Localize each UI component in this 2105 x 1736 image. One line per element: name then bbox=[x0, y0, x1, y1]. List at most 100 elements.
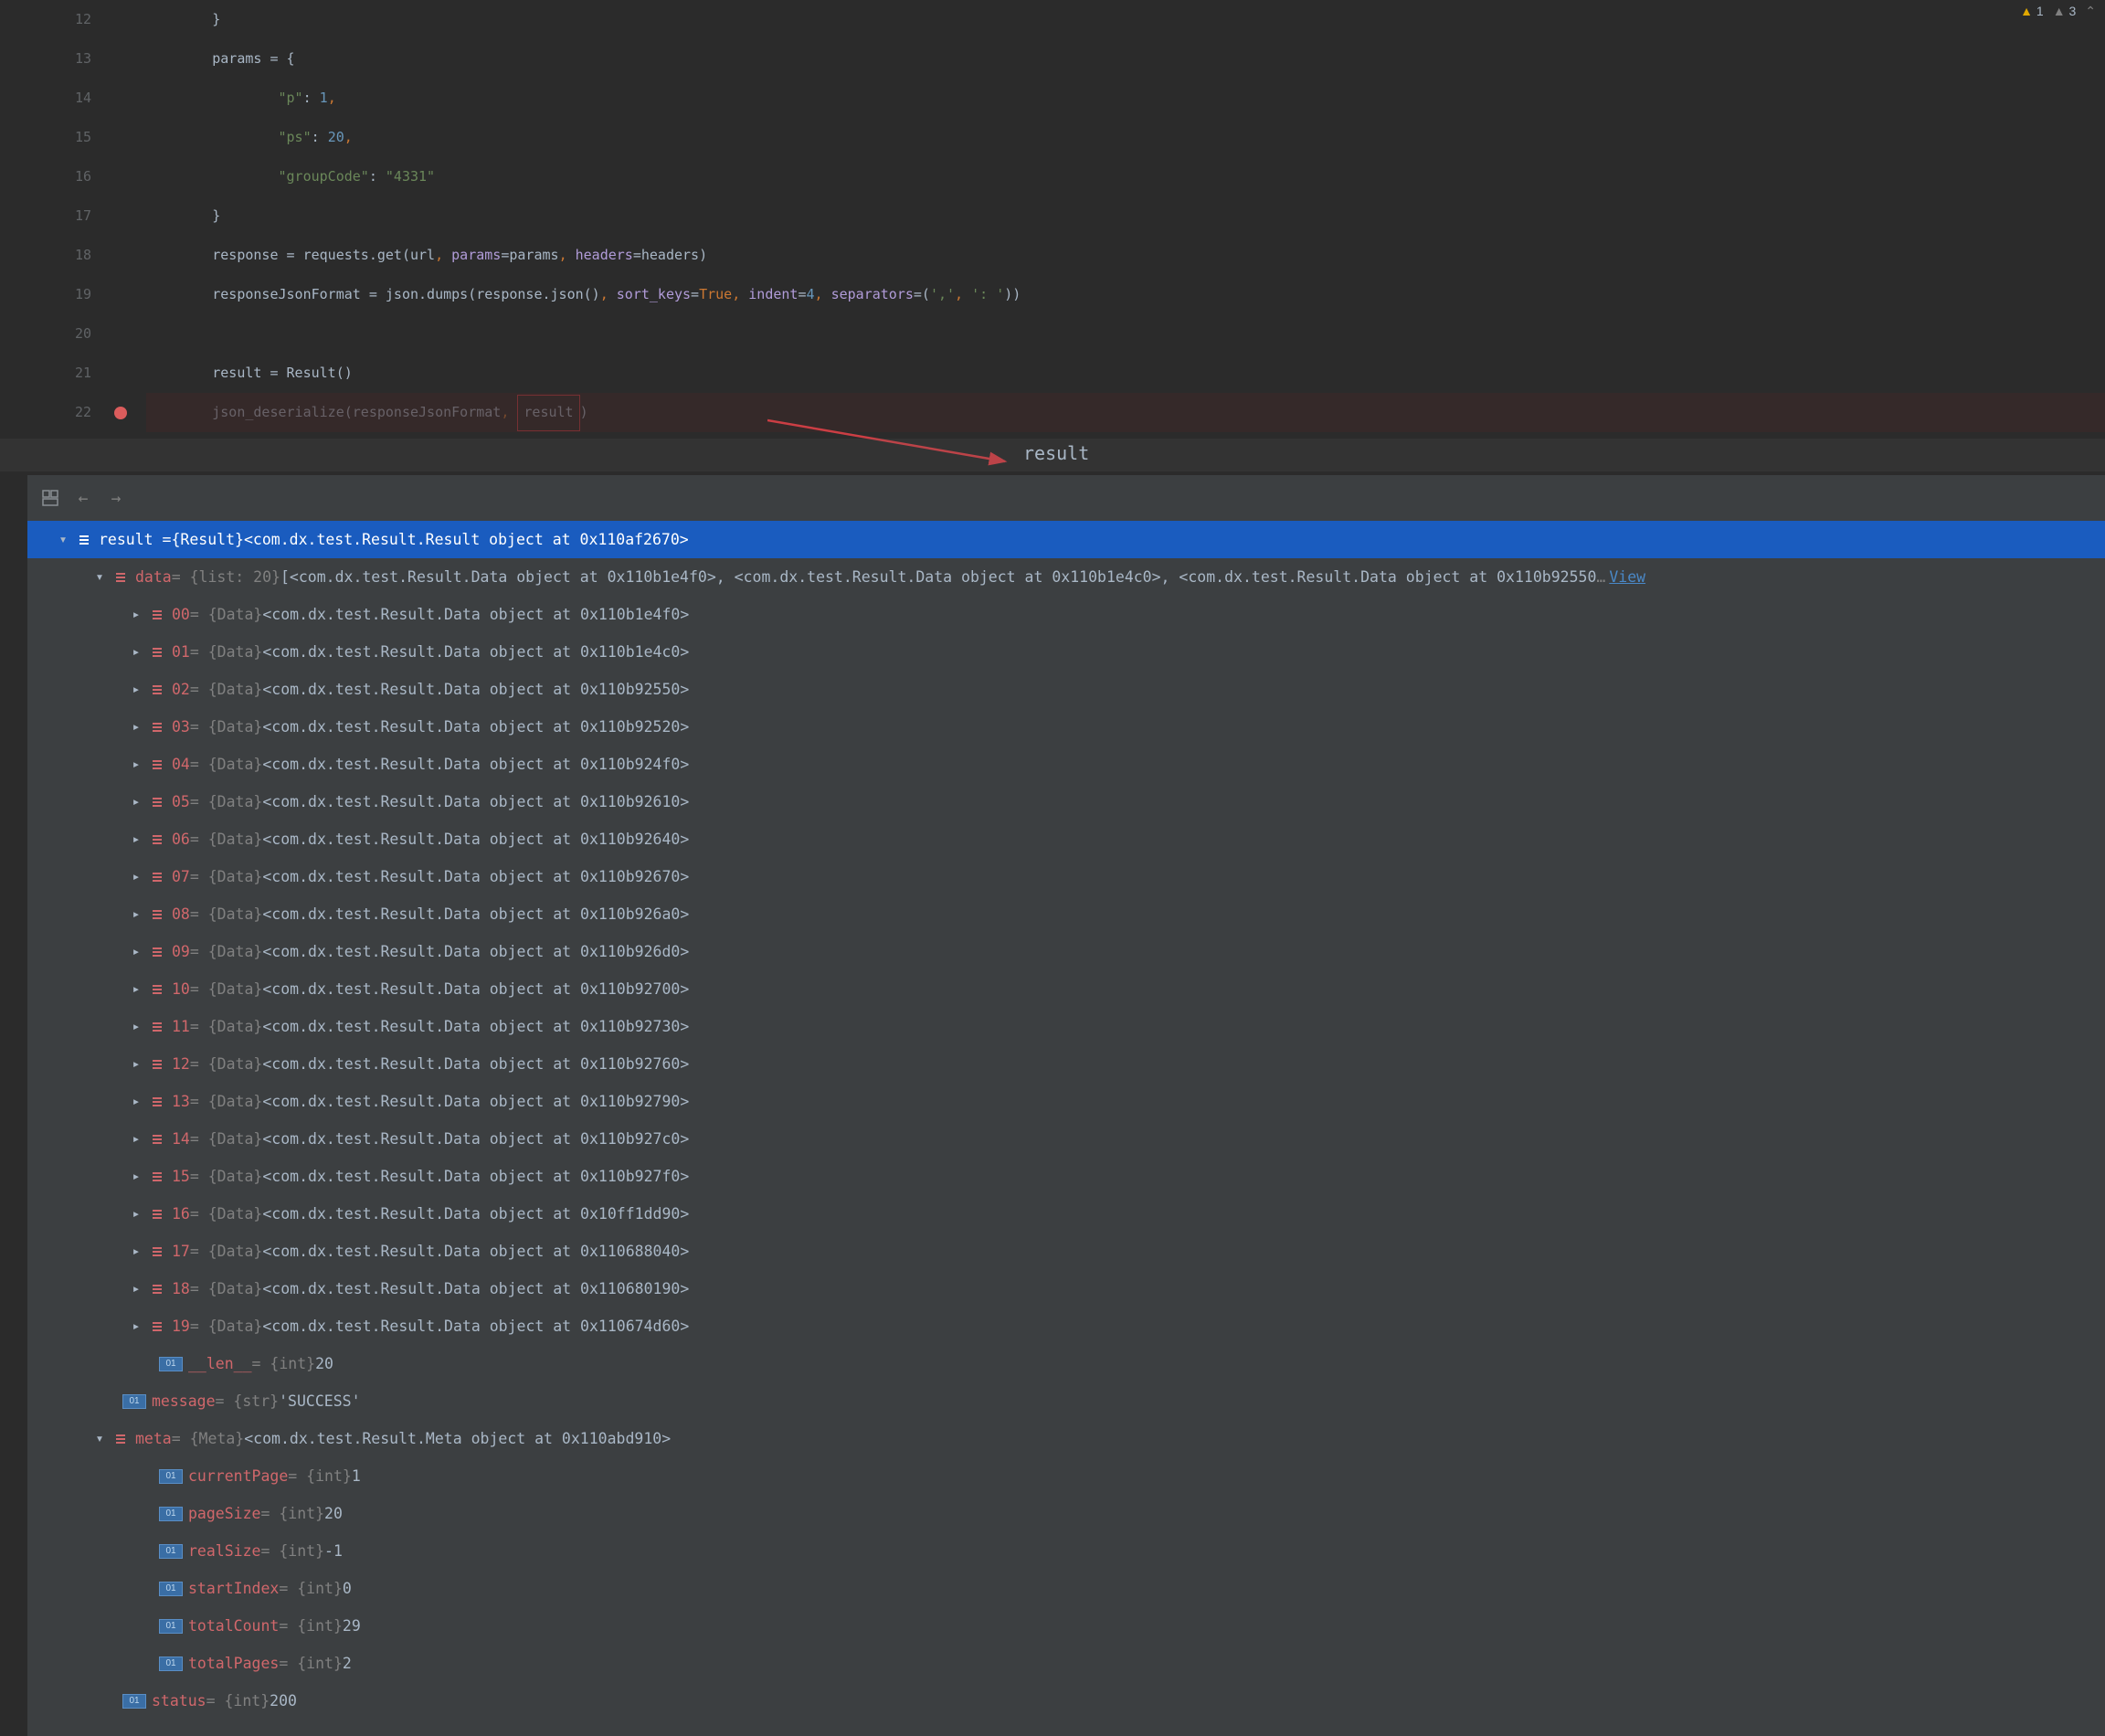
tree-data-item[interactable]: ▸17 = {Data} <com.dx.test.Result.Data ob… bbox=[27, 1233, 2105, 1270]
tree-meta-item[interactable]: 01totalPages = {int} 2 bbox=[27, 1645, 2105, 1682]
tree-data-item[interactable]: ▸01 = {Data} <com.dx.test.Result.Data ob… bbox=[27, 633, 2105, 671]
chevron-right-icon[interactable]: ▸ bbox=[128, 895, 144, 933]
chevron-right-icon[interactable]: ▸ bbox=[128, 746, 144, 783]
tree-data-item[interactable]: ▸15 = {Data} <com.dx.test.Result.Data ob… bbox=[27, 1158, 2105, 1195]
gutter-line-number[interactable]: 15 bbox=[14, 118, 146, 157]
tree-data-item[interactable]: ▸11 = {Data} <com.dx.test.Result.Data ob… bbox=[27, 1008, 2105, 1045]
chevron-right-icon[interactable]: ▸ bbox=[128, 708, 144, 746]
breakpoint-icon[interactable] bbox=[114, 407, 127, 419]
code-line[interactable]: "ps": 20, bbox=[146, 118, 2105, 157]
tree-status[interactable]: 01status = {int} 200 bbox=[27, 1682, 2105, 1720]
tree-data-item[interactable]: ▸13 = {Data} <com.dx.test.Result.Data ob… bbox=[27, 1083, 2105, 1120]
code-line[interactable]: } bbox=[146, 0, 2105, 39]
chevron-right-icon[interactable]: ▸ bbox=[128, 933, 144, 970]
object-icon bbox=[150, 1019, 166, 1035]
layout-icon[interactable] bbox=[40, 488, 60, 508]
code-line[interactable] bbox=[146, 314, 2105, 354]
chevron-right-icon[interactable]: ▸ bbox=[128, 1158, 144, 1195]
chevron-right-icon[interactable]: ▸ bbox=[128, 1045, 144, 1083]
gutter-line-number[interactable]: 19 bbox=[14, 275, 146, 314]
tree-data-item[interactable]: ▸10 = {Data} <com.dx.test.Result.Data ob… bbox=[27, 970, 2105, 1008]
editor-gutter[interactable]: 1213141516171819202122 bbox=[14, 0, 146, 439]
primitive-icon: 01 bbox=[159, 1544, 183, 1559]
tree-data-item[interactable]: ▸00 = {Data} <com.dx.test.Result.Data ob… bbox=[27, 596, 2105, 633]
tree-data-item[interactable]: ▸05 = {Data} <com.dx.test.Result.Data ob… bbox=[27, 783, 2105, 820]
primitive-icon: 01 bbox=[122, 1394, 146, 1409]
tree-data-item[interactable]: ▸04 = {Data} <com.dx.test.Result.Data ob… bbox=[27, 746, 2105, 783]
chevron-right-icon[interactable]: ▸ bbox=[128, 633, 144, 671]
code-line[interactable]: response = requests.get(url, params=para… bbox=[146, 236, 2105, 275]
tree-data-item[interactable]: ▸08 = {Data} <com.dx.test.Result.Data ob… bbox=[27, 895, 2105, 933]
debug-variables-panel[interactable]: ← → ▾result = {Result} <com.dx.test.Resu… bbox=[27, 475, 2105, 1736]
gutter-line-number[interactable]: 20 bbox=[14, 314, 146, 354]
gutter-line-number[interactable]: 17 bbox=[14, 196, 146, 236]
chevron-right-icon[interactable]: ▸ bbox=[128, 970, 144, 1008]
object-icon bbox=[113, 1431, 130, 1447]
code-line[interactable]: responseJsonFormat = json.dumps(response… bbox=[146, 275, 2105, 314]
tree-data-item[interactable]: ▸03 = {Data} <com.dx.test.Result.Data ob… bbox=[27, 708, 2105, 746]
chevron-right-icon[interactable]: ▸ bbox=[128, 783, 144, 820]
chevron-right-icon[interactable]: ▸ bbox=[128, 820, 144, 858]
gutter-line-number[interactable]: 21 bbox=[14, 354, 146, 393]
chevron-right-icon[interactable]: ▸ bbox=[128, 1307, 144, 1345]
object-icon bbox=[150, 1244, 166, 1260]
chevron-down-icon[interactable]: ▾ bbox=[55, 521, 71, 558]
tree-data-item[interactable]: ▸09 = {Data} <com.dx.test.Result.Data ob… bbox=[27, 933, 2105, 970]
tree-data-item[interactable]: ▸19 = {Data} <com.dx.test.Result.Data ob… bbox=[27, 1307, 2105, 1345]
tree-data-item[interactable]: ▸14 = {Data} <com.dx.test.Result.Data ob… bbox=[27, 1120, 2105, 1158]
chevron-right-icon[interactable]: ▸ bbox=[128, 858, 144, 895]
tree-root[interactable]: ▾result = {Result} <com.dx.test.Result.R… bbox=[27, 521, 2105, 558]
code-line[interactable]: } bbox=[146, 196, 2105, 236]
code-line[interactable]: params = { bbox=[146, 39, 2105, 79]
tree-meta-item[interactable]: 01totalCount = {int} 29 bbox=[27, 1607, 2105, 1645]
primitive-icon: 01 bbox=[159, 1657, 183, 1671]
chevron-right-icon[interactable]: ▸ bbox=[128, 1120, 144, 1158]
view-link[interactable]: View bbox=[1609, 558, 1645, 596]
tree-data-item[interactable]: ▸12 = {Data} <com.dx.test.Result.Data ob… bbox=[27, 1045, 2105, 1083]
tree-meta-item[interactable]: 01currentPage = {int} 1 bbox=[27, 1457, 2105, 1495]
chevron-down-icon[interactable]: ▾ bbox=[91, 1420, 108, 1457]
nav-forward-icon[interactable]: → bbox=[106, 488, 126, 508]
object-icon bbox=[150, 1094, 166, 1110]
variables-tree[interactable]: ▾result = {Result} <com.dx.test.Result.R… bbox=[27, 521, 2105, 1720]
code-editor[interactable]: ▲ 1 ▲ 3 ⌃ 1213141516171819202122 } param… bbox=[0, 0, 2105, 439]
tree-message[interactable]: 01message = {str} 'SUCCESS' bbox=[27, 1382, 2105, 1420]
chevron-right-icon[interactable]: ▸ bbox=[128, 1270, 144, 1307]
chevron-right-icon[interactable]: ▸ bbox=[128, 1233, 144, 1270]
chevron-right-icon[interactable]: ▸ bbox=[128, 671, 144, 708]
code-line[interactable]: "groupCode": "4331" bbox=[146, 157, 2105, 196]
chevron-right-icon[interactable]: ▸ bbox=[128, 596, 144, 633]
tree-data-header[interactable]: ▾data = {list: 20} [<com.dx.test.Result.… bbox=[27, 558, 2105, 596]
nav-back-icon[interactable]: ← bbox=[73, 488, 93, 508]
code-line[interactable]: result = Result() bbox=[146, 354, 2105, 393]
debug-toolbar: ← → bbox=[27, 475, 2105, 521]
tree-meta-item[interactable]: 01realSize = {int} -1 bbox=[27, 1532, 2105, 1570]
object-icon bbox=[113, 569, 130, 586]
tree-len[interactable]: 01__len__ = {int} 20 bbox=[27, 1345, 2105, 1382]
editor-code[interactable]: } params = { "p": 1, "ps": 20, "groupCod… bbox=[146, 0, 2105, 439]
code-line[interactable]: "p": 1, bbox=[146, 79, 2105, 118]
gutter-line-number[interactable]: 13 bbox=[14, 39, 146, 79]
tree-meta-header[interactable]: ▾meta = {Meta} <com.dx.test.Result.Meta … bbox=[27, 1420, 2105, 1457]
tree-data-item[interactable]: ▸06 = {Data} <com.dx.test.Result.Data ob… bbox=[27, 820, 2105, 858]
object-icon bbox=[77, 532, 93, 548]
tree-meta-item[interactable]: 01pageSize = {int} 20 bbox=[27, 1495, 2105, 1532]
gutter-line-number[interactable]: 14 bbox=[14, 79, 146, 118]
tree-data-item[interactable]: ▸18 = {Data} <com.dx.test.Result.Data ob… bbox=[27, 1270, 2105, 1307]
chevron-right-icon[interactable]: ▸ bbox=[128, 1083, 144, 1120]
tree-data-item[interactable]: ▸07 = {Data} <com.dx.test.Result.Data ob… bbox=[27, 858, 2105, 895]
tree-meta-item[interactable]: 01startIndex = {int} 0 bbox=[27, 1570, 2105, 1607]
chevron-down-icon[interactable]: ▾ bbox=[91, 558, 108, 596]
tree-data-item[interactable]: ▸16 = {Data} <com.dx.test.Result.Data ob… bbox=[27, 1195, 2105, 1233]
object-icon bbox=[150, 1131, 166, 1148]
object-icon bbox=[150, 607, 166, 623]
gutter-line-number[interactable]: 12 bbox=[14, 0, 146, 39]
object-icon bbox=[150, 794, 166, 810]
chevron-right-icon[interactable]: ▸ bbox=[128, 1008, 144, 1045]
current-line-highlight bbox=[146, 393, 2105, 432]
gutter-line-number[interactable]: 18 bbox=[14, 236, 146, 275]
object-icon bbox=[150, 831, 166, 848]
gutter-line-number[interactable]: 16 bbox=[14, 157, 146, 196]
tree-data-item[interactable]: ▸02 = {Data} <com.dx.test.Result.Data ob… bbox=[27, 671, 2105, 708]
chevron-right-icon[interactable]: ▸ bbox=[128, 1195, 144, 1233]
